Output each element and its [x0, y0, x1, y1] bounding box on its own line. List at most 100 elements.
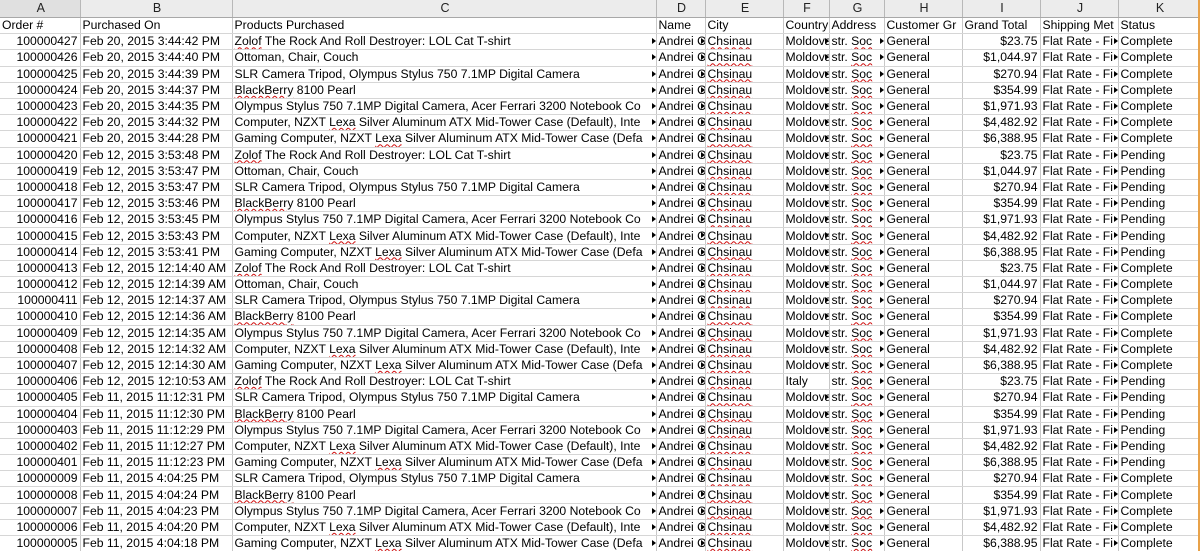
address-cell[interactable]: str. Soc: [829, 438, 885, 456]
order-cell[interactable]: 100000421: [0, 130, 81, 148]
purchased-on-cell[interactable]: Feb 11, 2015 11:12:29 PM: [80, 422, 233, 439]
purchased-on-cell[interactable]: Feb 11, 2015 4:04:25 PM: [80, 470, 233, 488]
products-cell[interactable]: Zolof The Rock And Roll Destroyer: LOL C…: [232, 260, 657, 278]
name-cell[interactable]: Andrei O: [656, 389, 706, 407]
purchased-on-cell[interactable]: Feb 11, 2015 11:12:30 PM: [80, 406, 233, 423]
customer-group-cell[interactable]: General: [884, 98, 963, 116]
address-cell[interactable]: str. Soc: [829, 373, 885, 391]
order-cell[interactable]: 100000418: [0, 179, 81, 197]
city-cell[interactable]: Chsinau: [705, 260, 784, 278]
status-cell[interactable]: Pending: [1118, 147, 1200, 164]
purchased-on-cell[interactable]: Feb 20, 2015 3:44:37 PM: [80, 82, 233, 99]
shipping-method-cell[interactable]: Flat Rate - Fi: [1040, 341, 1119, 358]
header-cell-customer-group[interactable]: Customer Gr: [884, 17, 963, 35]
column-header-b[interactable]: B: [80, 0, 233, 18]
name-cell[interactable]: Andrei O: [656, 325, 706, 342]
status-cell[interactable]: Pending: [1118, 389, 1200, 407]
shipping-method-cell[interactable]: Flat Rate - Fi: [1040, 82, 1119, 99]
city-cell[interactable]: Chsinau: [705, 130, 784, 148]
city-cell[interactable]: Chsinau: [705, 82, 784, 99]
products-cell[interactable]: Gaming Computer, NZXT Lexa Silver Alumin…: [232, 535, 657, 551]
grand-total-cell[interactable]: $4,482.92: [962, 227, 1041, 245]
products-cell[interactable]: BlackBerry 8100 Pearl: [232, 406, 657, 423]
name-cell[interactable]: Andrei O: [656, 130, 706, 148]
shipping-method-cell[interactable]: Flat Rate - Fi: [1040, 244, 1119, 261]
order-cell[interactable]: 100000425: [0, 66, 81, 83]
order-cell[interactable]: 100000420: [0, 147, 81, 164]
shipping-method-cell[interactable]: Flat Rate - Fi: [1040, 66, 1119, 83]
address-cell[interactable]: str. Soc: [829, 98, 885, 116]
grand-total-cell[interactable]: $1,971.93: [962, 422, 1041, 439]
status-cell[interactable]: Complete: [1118, 325, 1200, 342]
order-cell[interactable]: 100000427: [0, 33, 81, 51]
column-header-a[interactable]: A: [0, 0, 81, 18]
status-cell[interactable]: Complete: [1118, 260, 1200, 278]
purchased-on-cell[interactable]: Feb 11, 2015 11:12:31 PM: [80, 389, 233, 407]
grand-total-cell[interactable]: $4,482.92: [962, 341, 1041, 358]
products-cell[interactable]: Ottoman, Chair, Couch: [232, 49, 657, 67]
customer-group-cell[interactable]: General: [884, 292, 963, 310]
status-cell[interactable]: Pending: [1118, 211, 1200, 229]
header-cell-order[interactable]: Order #: [0, 17, 81, 35]
customer-group-cell[interactable]: General: [884, 227, 963, 245]
customer-group-cell[interactable]: General: [884, 470, 963, 488]
grand-total-cell[interactable]: $4,482.92: [962, 438, 1041, 456]
order-cell[interactable]: 100000413: [0, 260, 81, 278]
shipping-method-cell[interactable]: Flat Rate - Fi: [1040, 503, 1119, 520]
purchased-on-cell[interactable]: Feb 11, 2015 4:04:20 PM: [80, 519, 233, 537]
products-cell[interactable]: Gaming Computer, NZXT Lexa Silver Alumin…: [232, 357, 657, 375]
city-cell[interactable]: Chsinau: [705, 389, 784, 407]
city-cell[interactable]: Chsinau: [705, 325, 784, 342]
purchased-on-cell[interactable]: Feb 12, 2015 12:14:37 AM: [80, 292, 233, 310]
country-cell[interactable]: Moldova: [783, 163, 830, 180]
shipping-method-cell[interactable]: Flat Rate - Fi: [1040, 454, 1119, 472]
header-cell-address[interactable]: Address: [829, 17, 885, 35]
status-cell[interactable]: Complete: [1118, 82, 1200, 99]
grand-total-cell[interactable]: $23.75: [962, 373, 1041, 391]
customer-group-cell[interactable]: General: [884, 147, 963, 164]
address-cell[interactable]: str. Soc: [829, 147, 885, 164]
name-cell[interactable]: Andrei O: [656, 406, 706, 423]
products-cell[interactable]: BlackBerry 8100 Pearl: [232, 486, 657, 504]
grand-total-cell[interactable]: $6,388.95: [962, 454, 1041, 472]
customer-group-cell[interactable]: General: [884, 244, 963, 261]
city-cell[interactable]: Chsinau: [705, 357, 784, 375]
purchased-on-cell[interactable]: Feb 12, 2015 3:53:48 PM: [80, 147, 233, 164]
country-cell[interactable]: Moldova: [783, 49, 830, 67]
purchased-on-cell[interactable]: Feb 12, 2015 3:53:46 PM: [80, 195, 233, 213]
status-cell[interactable]: Complete: [1118, 98, 1200, 116]
country-cell[interactable]: Moldova: [783, 147, 830, 164]
purchased-on-cell[interactable]: Feb 12, 2015 3:53:47 PM: [80, 163, 233, 180]
purchased-on-cell[interactable]: Feb 11, 2015 4:04:23 PM: [80, 503, 233, 520]
customer-group-cell[interactable]: General: [884, 438, 963, 456]
shipping-method-cell[interactable]: Flat Rate - Fi: [1040, 535, 1119, 551]
country-cell[interactable]: Moldova: [783, 422, 830, 439]
country-cell[interactable]: Moldova: [783, 438, 830, 456]
products-cell[interactable]: Computer, NZXT Lexa Silver Aluminum ATX …: [232, 341, 657, 358]
column-header-c[interactable]: C: [232, 0, 657, 18]
country-cell[interactable]: Moldova: [783, 130, 830, 148]
city-cell[interactable]: Chsinau: [705, 163, 784, 180]
products-cell[interactable]: Gaming Computer, NZXT Lexa Silver Alumin…: [232, 130, 657, 148]
shipping-method-cell[interactable]: Flat Rate - Fi: [1040, 373, 1119, 391]
name-cell[interactable]: Andrei O: [656, 486, 706, 504]
grand-total-cell[interactable]: $1,044.97: [962, 49, 1041, 67]
purchased-on-cell[interactable]: Feb 11, 2015 4:04:18 PM: [80, 535, 233, 551]
purchased-on-cell[interactable]: Feb 20, 2015 3:44:39 PM: [80, 66, 233, 83]
customer-group-cell[interactable]: General: [884, 325, 963, 342]
customer-group-cell[interactable]: General: [884, 66, 963, 83]
status-cell[interactable]: Pending: [1118, 373, 1200, 391]
country-cell[interactable]: Moldova: [783, 341, 830, 358]
customer-group-cell[interactable]: General: [884, 114, 963, 132]
address-cell[interactable]: str. Soc: [829, 308, 885, 326]
customer-group-cell[interactable]: General: [884, 373, 963, 391]
country-cell[interactable]: Moldova: [783, 357, 830, 375]
order-cell[interactable]: 100000417: [0, 195, 81, 213]
purchased-on-cell[interactable]: Feb 12, 2015 12:10:53 AM: [80, 373, 233, 391]
products-cell[interactable]: Olympus Stylus 750 7.1MP Digital Camera,…: [232, 503, 657, 520]
city-cell[interactable]: Chsinau: [705, 438, 784, 456]
purchased-on-cell[interactable]: Feb 11, 2015 11:12:23 PM: [80, 454, 233, 472]
country-cell[interactable]: Moldova: [783, 179, 830, 197]
grand-total-cell[interactable]: $354.99: [962, 308, 1041, 326]
city-cell[interactable]: Chsinau: [705, 341, 784, 358]
